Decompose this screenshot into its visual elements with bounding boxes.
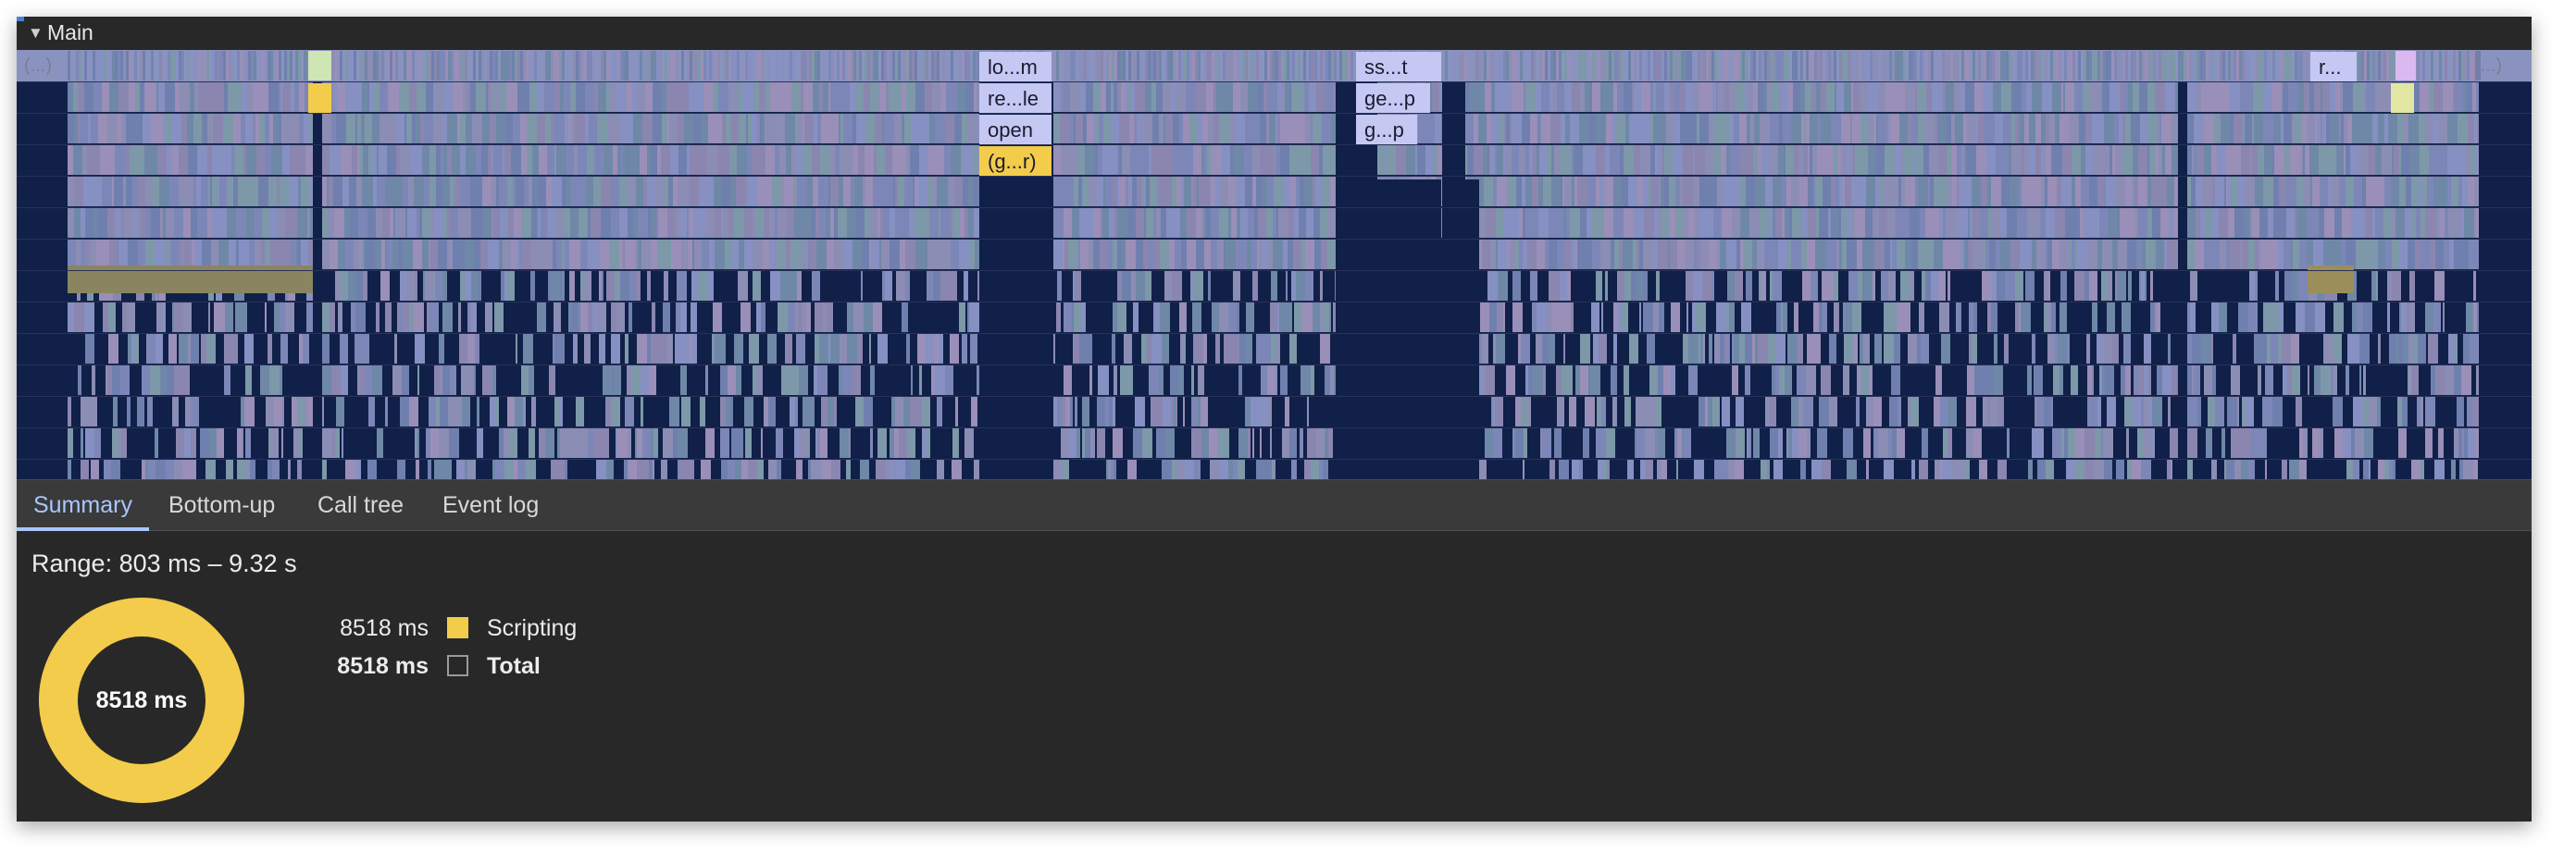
flame-frame-label: ss...t	[1364, 56, 1407, 79]
scripting-value: 8518 ms	[340, 615, 429, 641]
main-track-header[interactable]: ▼ Main	[17, 17, 2532, 50]
performance-panel: ▼ Main (...) (...) lo...m re...le open (…	[17, 17, 2532, 822]
main-track-title: Main	[47, 20, 93, 44]
summary-pane: Range: 803 ms – 9.32 s 8518 ms 8518 ms S…	[17, 531, 2532, 822]
flame-frame-label: r...	[2319, 56, 2341, 79]
flame-frame-label: re...le	[988, 87, 1039, 110]
tab-call-tree[interactable]: Call tree	[301, 480, 420, 531]
flame-ellipsis-left: (...)	[24, 56, 52, 76]
main-thread-track: ▼ Main (...) (...) lo...m re...le open (…	[17, 17, 2532, 480]
flame-frame-label: g...p	[1364, 118, 1404, 142]
tab-event-log[interactable]: Event log	[426, 480, 555, 531]
flame-frame-label: lo...m	[988, 56, 1038, 79]
range-text: Range: 803 ms – 9.32 s	[31, 550, 297, 577]
total-value: 8518 ms	[337, 653, 429, 679]
flame-ellipsis-right: (...)	[2474, 56, 2502, 76]
scripting-label: Scripting	[487, 615, 578, 641]
scripting-swatch	[447, 617, 468, 638]
total-swatch	[447, 655, 468, 676]
details-tabs: Summary Bottom-up Call tree Event log	[17, 479, 2532, 531]
flame-frame-label: (g...r)	[988, 150, 1037, 173]
flame-frame-label: ge...p	[1364, 87, 1415, 110]
flame-chart[interactable]: (...) (...) lo...m re...le open (g...r) …	[17, 50, 2532, 480]
tab-bottom-up[interactable]: Bottom-up	[152, 480, 292, 531]
flame-frame-label: open	[988, 118, 1033, 142]
total-label: Total	[487, 653, 541, 679]
tab-summary[interactable]: Summary	[17, 480, 149, 531]
collapse-triangle-icon[interactable]: ▼	[28, 24, 44, 43]
